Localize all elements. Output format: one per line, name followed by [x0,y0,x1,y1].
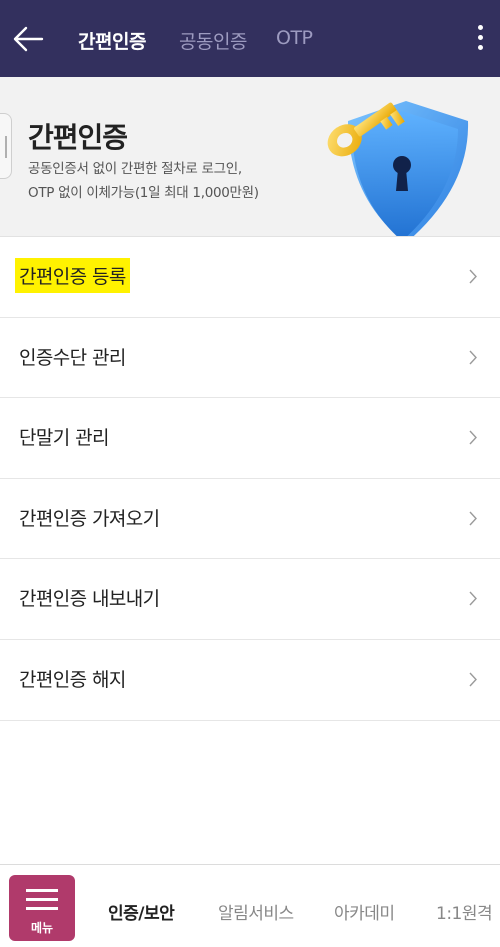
simple-auth-menu-list: 간편인증 등록 인증수단 관리 단말기 관리 간편인증 가져오기 간편인증 내보… [0,236,500,721]
menu-item-label: 간편인증 해지 [19,668,126,691]
tab-simple-auth[interactable]: 간편인증 [78,27,146,54]
main-menu-button[interactable]: 메뉴 [9,875,75,941]
more-options-button[interactable] [470,22,490,56]
top-bar: 간편인증 공동인증 OTP [0,0,500,77]
menu-item-export[interactable]: 간편인증 내보내기 [0,559,500,640]
arrow-left-icon [13,26,44,52]
menu-item-auth-method-management[interactable]: 인증수단 관리 [0,318,500,399]
bottom-nav-remote-support[interactable]: 1:1원격 [436,899,493,924]
menu-item-label: 인증수단 관리 [19,346,126,369]
menu-item-label: 간편인증 등록 [15,258,130,293]
chevron-right-icon [469,511,477,526]
hero-title: 간편인증 [28,121,128,154]
main-menu-label: 메뉴 [30,921,54,935]
tab-otp[interactable]: OTP [276,27,313,49]
hero-description-line-1: 공동인증서 없이 간편한 절차로 로그인, [28,161,242,177]
bottom-nav-auth-security[interactable]: 인증/보안 [108,899,175,924]
chevron-right-icon [469,591,477,606]
hero-description-line-2: OTP 없이 이체가능(1일 최대 1,000만원) [28,185,259,201]
menu-item-label: 간편인증 내보내기 [19,588,160,611]
back-button[interactable] [10,22,46,56]
menu-item-label: 단말기 관리 [19,427,109,450]
tab-joint-certificate[interactable]: 공동인증 [179,27,247,54]
chevron-right-icon [469,350,477,365]
side-drawer-handle[interactable] [0,113,12,179]
menu-item-cancel[interactable]: 간편인증 해지 [0,640,500,721]
menu-item-register[interactable]: 간편인증 등록 [0,237,500,318]
bottom-nav-bar: 메뉴 인증/보안 알림서비스 아카데미 1:1원격 [0,864,500,947]
chevron-right-icon [469,430,477,445]
chevron-right-icon [469,269,477,284]
shield-key-icon [327,101,469,236]
menu-item-device-management[interactable]: 단말기 관리 [0,398,500,479]
menu-item-label: 간편인증 가져오기 [19,507,160,530]
chevron-right-icon [469,672,477,687]
kebab-menu-icon [470,25,490,50]
bottom-nav-notification-service[interactable]: 알림서비스 [218,899,294,924]
bottom-nav-academy[interactable]: 아카데미 [334,899,395,924]
menu-item-import[interactable]: 간편인증 가져오기 [0,479,500,560]
hero-banner: 간편인증 공동인증서 없이 간편한 절차로 로그인, OTP 없이 이체가능(1… [0,77,500,236]
